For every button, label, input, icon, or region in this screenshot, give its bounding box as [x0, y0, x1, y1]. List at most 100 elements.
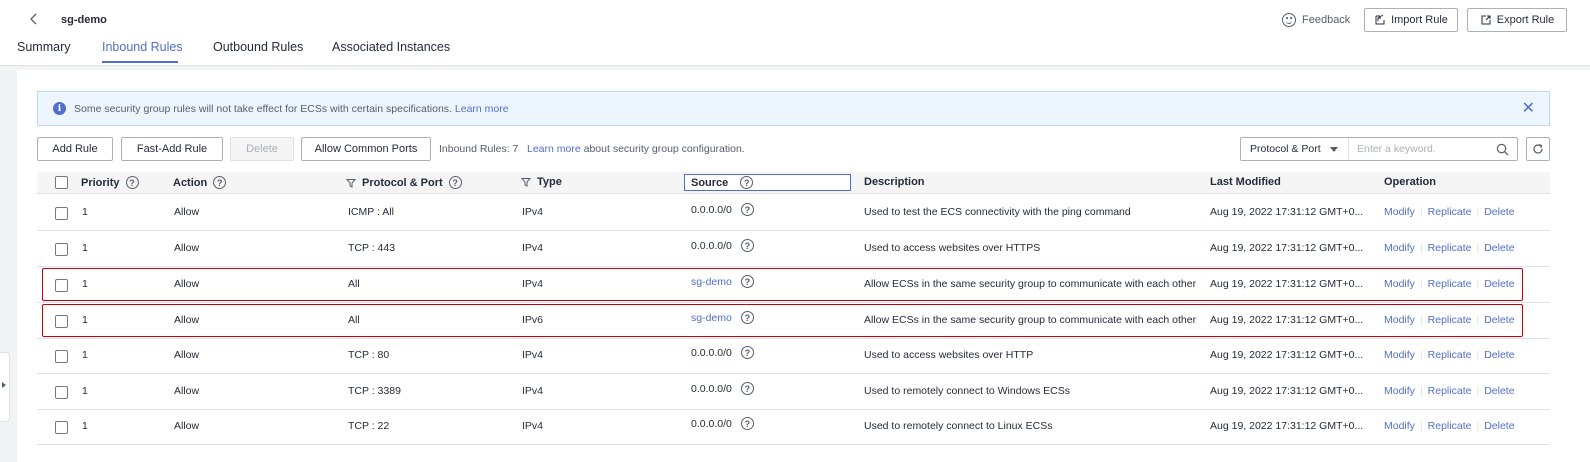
delete-link[interactable]: Delete: [1484, 242, 1514, 254]
cell-priority: 1: [82, 206, 88, 218]
help-icon[interactable]: ?: [740, 239, 754, 252]
cell-type: IPv4: [522, 206, 544, 218]
cell-action: Allow: [174, 314, 200, 326]
delete-link[interactable]: Delete: [1484, 206, 1514, 218]
help-icon[interactable]: ?: [740, 176, 754, 189]
replicate-link[interactable]: Replicate: [1428, 278, 1472, 290]
refresh-button[interactable]: [1526, 137, 1550, 161]
col-protocol-port: Protocol & Port ?: [346, 176, 462, 189]
source-value[interactable]: sg-demo: [691, 312, 732, 324]
replicate-link[interactable]: Replicate: [1428, 206, 1472, 218]
delete-link[interactable]: Delete: [1484, 349, 1514, 361]
back-arrow-icon[interactable]: [26, 11, 42, 27]
col-type: Type: [521, 176, 562, 188]
filter-select-value: Protocol & Port: [1250, 143, 1321, 155]
cell-operation: Modify | Replicate | Delete: [1384, 385, 1515, 397]
cell-action: Allow: [174, 206, 200, 218]
modify-link[interactable]: Modify: [1384, 314, 1415, 326]
table-row: 1 Allow All IPv4 sg-demo? Allow ECSs in the s…: [37, 267, 1550, 303]
help-icon[interactable]: ?: [740, 346, 754, 359]
table-row: 1 Allow All IPv6 sg-demo? Allow ECSs in the s…: [37, 303, 1550, 339]
row-checkbox[interactable]: [55, 315, 68, 328]
help-icon[interactable]: ?: [740, 203, 754, 216]
row-checkbox[interactable]: [55, 207, 68, 220]
col-source: Source ?: [691, 176, 754, 189]
help-icon[interactable]: ?: [125, 176, 139, 189]
cell-source: 0.0.0.0/0?: [691, 203, 754, 216]
source-value: 0.0.0.0/0: [691, 346, 732, 359]
cell-operation: Modify | Replicate | Delete: [1384, 314, 1515, 326]
tab-associated-instances[interactable]: Associated Instances: [332, 40, 450, 54]
row-checkbox[interactable]: [55, 386, 68, 399]
learn-more-link[interactable]: Learn more: [527, 143, 581, 155]
inbound-rules-count: Inbound Rules: 7: [439, 143, 519, 155]
row-checkbox[interactable]: [55, 279, 68, 292]
table-row: 1 Allow TCP : 443 IPv4 0.0.0.0/0? Used to acc…: [37, 231, 1550, 267]
col-priority-label: Priority: [81, 176, 120, 189]
feedback-link[interactable]: Feedback: [1282, 13, 1350, 27]
allow-common-ports-button[interactable]: Allow Common Ports: [301, 137, 431, 161]
search-input[interactable]: [1349, 143, 1489, 155]
cell-priority: 1: [82, 420, 88, 432]
replicate-link[interactable]: Replicate: [1428, 420, 1472, 432]
modify-link[interactable]: Modify: [1384, 242, 1415, 254]
expand-arrow-icon: [2, 382, 6, 388]
source-value: 0.0.0.0/0: [691, 239, 732, 252]
sidebar-expand-handle[interactable]: [0, 352, 10, 422]
row-checkbox[interactable]: [55, 421, 68, 434]
help-icon[interactable]: ?: [448, 176, 462, 189]
add-rule-button[interactable]: Add Rule: [37, 137, 113, 161]
table-row: 1 Allow ICMP : All IPv4 0.0.0.0/0? Used to te…: [37, 195, 1550, 231]
modify-link[interactable]: Modify: [1384, 420, 1415, 432]
modify-link[interactable]: Modify: [1384, 206, 1415, 218]
page-header: sg-demo Feedback Import Rule Export Rule…: [0, 0, 1590, 66]
tab-summary[interactable]: Summary: [17, 40, 70, 54]
active-tab-indicator: [102, 61, 178, 63]
row-checkbox[interactable]: [55, 243, 68, 256]
cell-action: Allow: [174, 420, 200, 432]
source-value[interactable]: sg-demo: [691, 276, 732, 288]
separator: |: [1476, 349, 1480, 361]
export-icon: [1481, 15, 1491, 25]
modify-link[interactable]: Modify: [1384, 349, 1415, 361]
replicate-link[interactable]: Replicate: [1428, 385, 1472, 397]
export-rule-button[interactable]: Export Rule: [1467, 8, 1567, 32]
separator: |: [1476, 420, 1480, 432]
delete-link[interactable]: Delete: [1484, 314, 1514, 326]
replicate-link[interactable]: Replicate: [1428, 314, 1472, 326]
filter-select[interactable]: Protocol & Port: [1241, 138, 1349, 160]
modify-link[interactable]: Modify: [1384, 385, 1415, 397]
delete-link[interactable]: Delete: [1484, 420, 1514, 432]
help-icon[interactable]: ?: [213, 176, 227, 189]
delete-button[interactable]: Delete: [230, 137, 294, 161]
delete-link[interactable]: Delete: [1484, 385, 1514, 397]
filter-icon[interactable]: [521, 177, 531, 187]
close-icon[interactable]: ✕: [1522, 101, 1535, 117]
help-icon[interactable]: ?: [740, 311, 754, 324]
help-icon[interactable]: ?: [740, 275, 754, 288]
search-icon[interactable]: [1496, 143, 1509, 156]
modify-link[interactable]: Modify: [1384, 278, 1415, 290]
delete-link[interactable]: Delete: [1484, 278, 1514, 290]
help-icon[interactable]: ?: [740, 382, 754, 395]
replicate-link[interactable]: Replicate: [1428, 349, 1472, 361]
notice-learn-more-link[interactable]: Learn more: [455, 103, 509, 115]
col-last-modified: Last Modified: [1210, 176, 1281, 188]
tab-outbound-rules[interactable]: Outbound Rules: [213, 40, 303, 54]
fast-add-rule-button[interactable]: Fast-Add Rule: [121, 137, 223, 161]
cell-priority: 1: [82, 314, 88, 326]
cell-operation: Modify | Replicate | Delete: [1384, 278, 1515, 290]
cell-priority: 1: [82, 242, 88, 254]
select-all-checkbox[interactable]: [55, 176, 68, 189]
replicate-link[interactable]: Replicate: [1428, 242, 1472, 254]
filter-icon[interactable]: [346, 178, 356, 188]
import-rule-button[interactable]: Import Rule: [1364, 8, 1458, 32]
cell-description: Used to test the ECS connectivity with t…: [864, 206, 1131, 218]
cell-last-modified: Aug 19, 2022 17:31:12 GMT+0...: [1210, 242, 1364, 254]
cell-protocol-port: TCP : 3389: [348, 385, 401, 397]
col-action: Action ?: [173, 176, 227, 189]
row-checkbox[interactable]: [55, 350, 68, 363]
tab-inbound-rules[interactable]: Inbound Rules: [102, 40, 183, 54]
caret-down-icon: [1330, 147, 1338, 152]
help-icon[interactable]: ?: [740, 417, 754, 430]
